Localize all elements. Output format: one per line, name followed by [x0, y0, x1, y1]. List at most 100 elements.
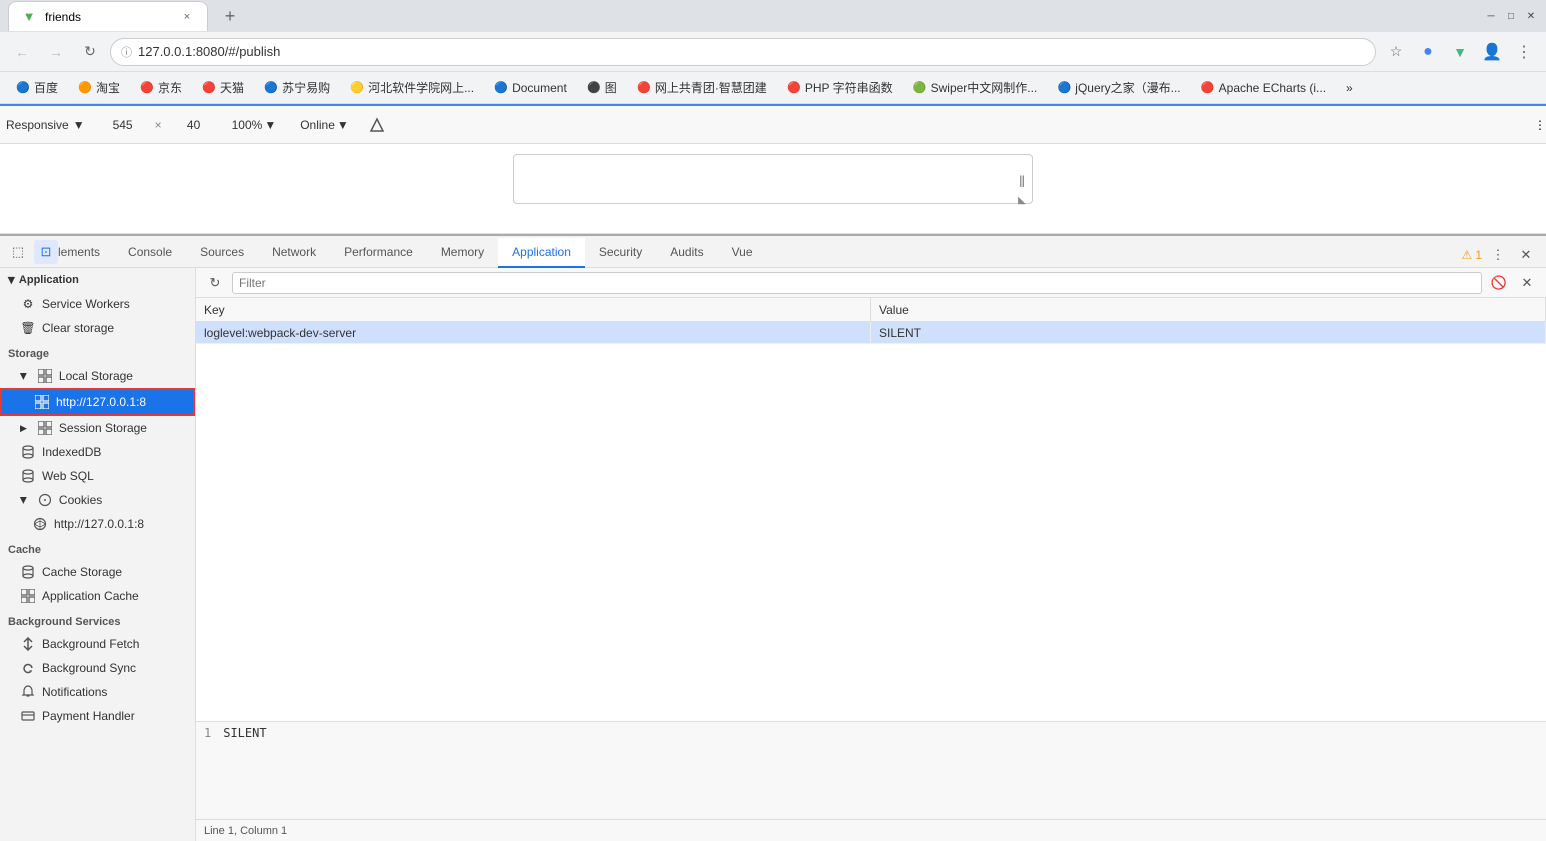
sidebar-item-service-workers[interactable]: ⚙ Service Workers: [0, 292, 195, 316]
devtools-main: ▶ Application ⚙ Service Workers 🗑 Clear …: [0, 268, 1546, 841]
page-input-field: ‖ ◣: [513, 154, 1033, 204]
tab-network[interactable]: Network: [258, 238, 330, 268]
sidebar-item-clear-storage[interactable]: 🗑 Clear storage: [0, 316, 195, 340]
chevron-icon: ▶: [20, 423, 27, 434]
devtools-more-btn[interactable]: ⋮: [1486, 243, 1510, 267]
sidebar-item-local-storage[interactable]: ▶ Local Storage: [0, 364, 195, 388]
sidebar-item-bg-sync[interactable]: Background Sync: [0, 656, 195, 680]
tab-memory[interactable]: Memory: [427, 238, 498, 268]
tab-security[interactable]: Security: [585, 238, 656, 268]
filter-refresh-btn[interactable]: ↻: [204, 272, 226, 294]
zoom-select[interactable]: 100% ▼: [226, 115, 283, 135]
maximize-btn[interactable]: □: [1504, 9, 1518, 23]
tab-vue[interactable]: Vue: [718, 238, 767, 268]
responsive-select[interactable]: Responsive ▼: [0, 115, 91, 135]
chevron-icon: ▶: [18, 497, 29, 504]
filter-bar: ↻ 🚫 ✕: [196, 268, 1546, 298]
tab-application[interactable]: Application: [498, 238, 585, 268]
zoom-dropdown-icon: ▼: [264, 118, 276, 132]
vuejs-btn[interactable]: ▼: [1446, 38, 1474, 66]
sidebar-item-web-sql[interactable]: Web SQL: [0, 464, 195, 488]
bookmark-jquery[interactable]: 🔵 jQuery之家（漫布...: [1049, 76, 1188, 99]
bookmark-hebei[interactable]: 🟡 河北软件学院网上...: [342, 76, 482, 99]
sidebar-item-label: Application Cache: [42, 589, 139, 603]
tab-console[interactable]: Console: [114, 238, 186, 268]
bookmark-echarts[interactable]: 🔴 Apache ECharts (i...: [1193, 78, 1334, 98]
width-input[interactable]: [103, 114, 143, 136]
table-row[interactable]: loglevel:webpack-dev-server SILENT: [196, 322, 1546, 344]
sidebar-item-cache-storage[interactable]: Cache Storage: [0, 560, 195, 584]
bookmark-swiper[interactable]: 🟢 Swiper中文网制作...: [905, 76, 1046, 99]
bookmark-php[interactable]: 🔴 PHP 字符串函数: [779, 76, 901, 99]
sidebar-subitem-cookies-url[interactable]: http://127.0.0.1:8: [0, 512, 195, 536]
bookmark-document[interactable]: 🔵 Document: [486, 78, 575, 98]
bookmark-img[interactable]: ⚫ 图: [579, 76, 625, 99]
bookmark-baidu[interactable]: 🔵 百度: [8, 76, 66, 99]
tab-close-btn[interactable]: ×: [179, 9, 195, 25]
devtools-cursor-btn[interactable]: ⊡: [34, 240, 58, 264]
minimize-btn[interactable]: ─: [1484, 9, 1498, 23]
zoom-label: 100%: [232, 118, 263, 132]
browser-tab[interactable]: ▼ friends ×: [8, 1, 208, 31]
bookmark-taobao[interactable]: 🟠 淘宝: [70, 76, 128, 99]
chrome-btn[interactable]: ●: [1414, 38, 1442, 66]
bookmark-jd[interactable]: 🔴 京东: [132, 76, 190, 99]
height-input[interactable]: [174, 114, 214, 136]
warning-badge[interactable]: ⚠ 1: [1462, 248, 1482, 262]
table-cell-value: SILENT: [871, 322, 1546, 343]
bottom-value: SILENT: [223, 726, 266, 740]
sidebar-item-label: Clear storage: [42, 321, 114, 335]
responsive-dropdown-icon: ▼: [73, 118, 85, 132]
sidebar-item-label: Background Fetch: [42, 637, 139, 651]
app-cache-icon: [20, 588, 36, 604]
more-options-btn[interactable]: ⋮: [1534, 118, 1546, 132]
back-btn[interactable]: ←: [8, 38, 36, 66]
sidebar-item-label: IndexedDB: [42, 445, 101, 459]
tab-performance[interactable]: Performance: [330, 238, 427, 268]
bookmark-qingtuan[interactable]: 🔴 网上共青团·智慧团建: [629, 76, 775, 99]
devtools-area: ⬚ ⊡ Elements Console Sources Network Per…: [0, 234, 1546, 841]
reload-btn[interactable]: ↻: [76, 38, 104, 66]
devtools-close-btn[interactable]: ✕: [1514, 243, 1538, 267]
sidebar-item-cookies[interactable]: ▶ Cookies: [0, 488, 195, 512]
sidebar-item-app-cache[interactable]: Application Cache: [0, 584, 195, 608]
sidebar-item-session-storage[interactable]: ▶ Session Storage: [0, 416, 195, 440]
no-throttle-icon[interactable]: [367, 115, 387, 135]
status-bar-text: Line 1, Column 1: [204, 825, 287, 837]
table-area: Key Value loglevel:webpack-dev-server SI…: [196, 298, 1546, 721]
tab-audits[interactable]: Audits: [656, 238, 717, 268]
filter-block-btn[interactable]: 🚫: [1488, 272, 1510, 294]
new-tab-btn[interactable]: +: [216, 2, 244, 30]
sidebar-subitem-local-storage-url[interactable]: http://127.0.0.1:8: [0, 388, 195, 416]
line-number: 1: [204, 726, 211, 740]
close-btn[interactable]: ✕: [1524, 9, 1538, 23]
sidebar-item-label: Background Sync: [42, 661, 136, 675]
forward-btn[interactable]: →: [42, 38, 70, 66]
url-text: 127.0.0.1:8080/#/publish: [138, 44, 1365, 59]
menu-btn[interactable]: ⋮: [1510, 38, 1538, 66]
sidebar-item-payment-handler[interactable]: Payment Handler: [0, 704, 195, 728]
online-select[interactable]: Online ▼: [294, 115, 355, 135]
devtools-dock-btn[interactable]: ⬚: [6, 240, 30, 264]
bookmark-tianmao[interactable]: 🔴 天猫: [194, 76, 252, 99]
sidebar-item-label: Cache Storage: [42, 565, 122, 579]
star-btn[interactable]: ☆: [1382, 38, 1410, 66]
sidebar-item-label: Service Workers: [42, 297, 130, 311]
filter-input[interactable]: [232, 272, 1482, 294]
section-bg-services-label: Background Services: [0, 608, 195, 632]
url-bar[interactable]: ⓘ 127.0.0.1:8080/#/publish: [110, 38, 1376, 66]
sidebar-item-bg-fetch[interactable]: Background Fetch: [0, 632, 195, 656]
sidebar-item-label: Session Storage: [59, 421, 147, 435]
bookmark-more[interactable]: »: [1338, 78, 1361, 98]
cookies-url-icon: [32, 516, 48, 532]
bookmark-suning[interactable]: 🔵 苏宁易购: [256, 76, 338, 99]
resize-handle[interactable]: ‖ ◣: [1012, 165, 1032, 215]
filter-clear-btn[interactable]: ✕: [1516, 272, 1538, 294]
section-application[interactable]: ▶ Application: [0, 268, 195, 292]
table-header: Key Value: [196, 298, 1546, 322]
sidebar-item-notifications[interactable]: Notifications: [0, 680, 195, 704]
sidebar-item-indexeddb[interactable]: IndexedDB: [0, 440, 195, 464]
profile-btn[interactable]: 👤: [1478, 38, 1506, 66]
tab-sources[interactable]: Sources: [186, 238, 258, 268]
online-label: Online: [300, 118, 335, 132]
